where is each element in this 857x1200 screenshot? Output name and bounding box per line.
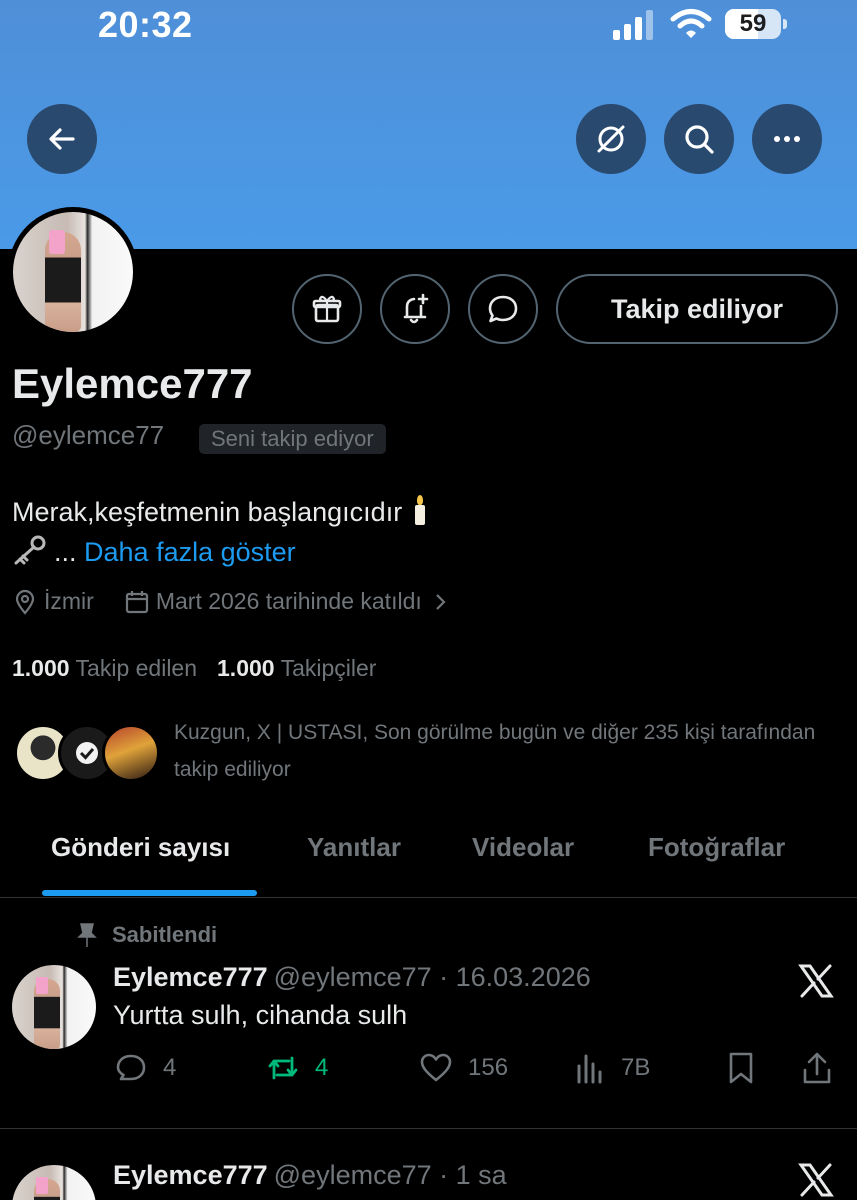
gift-icon bbox=[312, 295, 342, 323]
post-avatar[interactable] bbox=[12, 1165, 96, 1200]
views-button[interactable]: 7B bbox=[571, 1050, 650, 1086]
view-count: 7B bbox=[621, 1054, 651, 1081]
signal-icon bbox=[613, 10, 653, 40]
bell-plus-icon bbox=[403, 293, 429, 324]
heart-icon bbox=[420, 1053, 452, 1082]
followers-label: Takipçiler bbox=[280, 655, 377, 681]
tab-videos[interactable]: Videolar bbox=[472, 832, 574, 863]
username-handle: @eylemce77 bbox=[12, 420, 165, 450]
joined-text: Mart 2026 tarihinde katıldı bbox=[155, 588, 422, 614]
grok-button[interactable] bbox=[576, 104, 646, 174]
post-avatar[interactable] bbox=[12, 965, 96, 1049]
back-arrow-icon bbox=[49, 128, 75, 150]
verified-badge-icon bbox=[76, 742, 98, 764]
calendar-icon bbox=[125, 590, 148, 613]
battery-percent: 59 bbox=[739, 10, 767, 37]
profile-tabs: Gönderi sayısı Yanıtlar Videolar Fotoğra… bbox=[0, 820, 857, 898]
search-button[interactable] bbox=[664, 104, 734, 174]
like-count: 156 bbox=[468, 1054, 509, 1081]
tab-replies[interactable]: Yanıtlar bbox=[307, 832, 401, 863]
post-header: Eylemce777 @eylemce77 · 1 sa bbox=[113, 1160, 507, 1191]
post-author-name[interactable]: Eylemce777 bbox=[113, 1160, 268, 1190]
follows-you-badge: Seni takip ediyor bbox=[199, 424, 386, 454]
follower-avatar bbox=[102, 724, 160, 782]
follow-counts: 1.000 Takip edilen 1.000 Takipçiler bbox=[12, 655, 376, 682]
bookmark-icon bbox=[729, 1052, 753, 1084]
followers-count: 1.000 bbox=[217, 655, 275, 681]
post-author-name[interactable]: Eylemce777 bbox=[113, 962, 268, 992]
location-text: İzmir bbox=[44, 588, 94, 614]
show-more-link[interactable]: Daha fazla göster bbox=[84, 537, 296, 567]
reply-count: 4 bbox=[163, 1054, 177, 1081]
bio-ellipsis: ... bbox=[54, 537, 77, 567]
post-meta: @eylemce77 · 1 sa bbox=[273, 1160, 507, 1190]
display-name: Eylemce777 bbox=[12, 360, 253, 407]
joined-date[interactable]: Mart 2026 tarihinde katıldı bbox=[124, 588, 456, 615]
following-link[interactable]: 1.000 Takip edilen bbox=[12, 655, 197, 681]
post-meta: @eylemce77 · 16.03.2026 bbox=[273, 962, 591, 992]
location-pin-icon bbox=[15, 589, 35, 615]
repost-button[interactable]: 4 bbox=[265, 1050, 328, 1086]
share-icon bbox=[803, 1052, 831, 1084]
share-button[interactable] bbox=[799, 1050, 849, 1086]
followers-link[interactable]: 1.000 Takipçiler bbox=[217, 655, 376, 681]
following-label: Takip edilen bbox=[75, 655, 198, 681]
message-icon bbox=[488, 295, 518, 323]
grok-icon bbox=[597, 125, 625, 153]
reply-icon bbox=[116, 1054, 146, 1081]
message-button[interactable] bbox=[468, 274, 538, 344]
pinned-text: Sabitlendi bbox=[112, 922, 218, 947]
candle-emoji-icon bbox=[410, 495, 430, 525]
post-header: Eylemce777 @eylemce77 · 16.03.2026 bbox=[113, 962, 591, 993]
like-button[interactable]: 156 bbox=[418, 1050, 508, 1086]
key-emoji-icon bbox=[14, 535, 46, 565]
views-icon bbox=[577, 1054, 602, 1084]
followed-by-text[interactable]: Kuzgun, X | USTASI, Son görülme bugün ve… bbox=[174, 714, 834, 788]
tab-posts[interactable]: Gönderi sayısı bbox=[51, 832, 230, 863]
pin-icon bbox=[77, 923, 97, 947]
profile-avatar[interactable] bbox=[8, 207, 138, 337]
battery-icon: 59 bbox=[725, 9, 787, 39]
more-button[interactable] bbox=[752, 104, 822, 174]
search-icon bbox=[685, 125, 714, 154]
repost-icon bbox=[268, 1056, 298, 1080]
profile-meta: İzmir Mart 2026 tarihinde katıldı bbox=[12, 588, 486, 615]
x-logo-icon bbox=[798, 1163, 834, 1197]
post-text: Yurtta sulh, cihanda sulh bbox=[113, 1000, 408, 1030]
following-count: 1.000 bbox=[12, 655, 70, 681]
post-divider bbox=[0, 1128, 857, 1129]
bio-text: Merak,keşfetmenin başlangıcıdır bbox=[12, 497, 403, 527]
x-logo-icon bbox=[798, 964, 834, 998]
profile-bio: Merak,keşfetmenin başlangıcıdır ... Daha… bbox=[12, 492, 832, 572]
status-bar: 20:32 59 bbox=[0, 0, 857, 56]
bookmark-button[interactable] bbox=[723, 1050, 773, 1086]
back-button[interactable] bbox=[27, 104, 97, 174]
tab-photos[interactable]: Fotoğraflar bbox=[648, 832, 785, 863]
pinned-label: Sabitlendi bbox=[76, 922, 217, 948]
chevron-right-icon bbox=[435, 593, 446, 610]
more-icon bbox=[774, 136, 800, 142]
following-button[interactable]: Takip ediliyor bbox=[556, 274, 838, 344]
reply-button[interactable]: 4 bbox=[113, 1050, 176, 1086]
gift-button[interactable] bbox=[292, 274, 362, 344]
repost-count: 4 bbox=[315, 1054, 329, 1081]
post-actions: 4 4 156 7B bbox=[113, 1050, 843, 1090]
status-time: 20:32 bbox=[98, 4, 193, 45]
wifi-icon bbox=[670, 9, 712, 38]
notifications-button[interactable] bbox=[380, 274, 450, 344]
active-tab-indicator bbox=[42, 890, 257, 896]
